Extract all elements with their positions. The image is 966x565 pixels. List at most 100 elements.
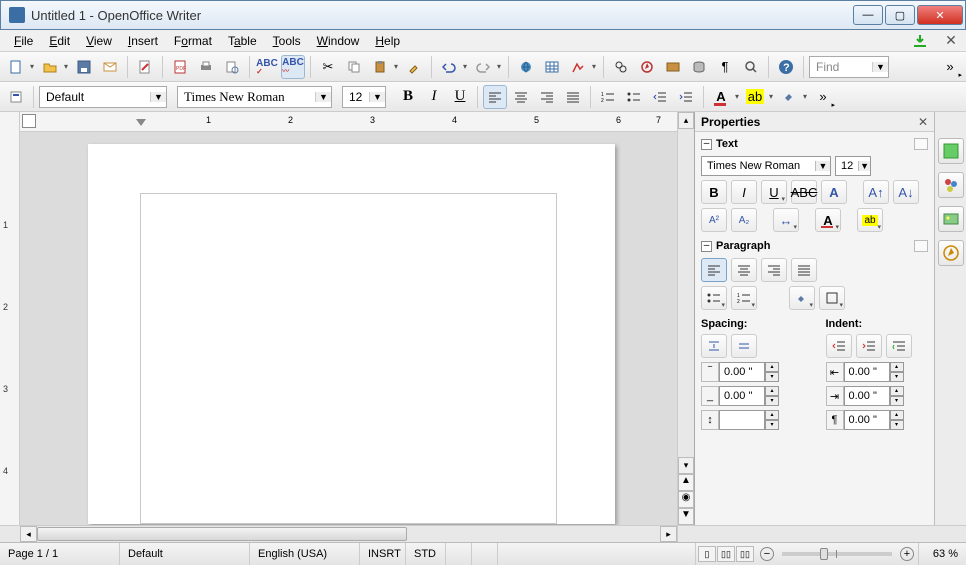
panel-decrease-indent-button[interactable] [826,334,852,358]
dropdown-arrow-icon[interactable]: ▼ [369,92,385,102]
redo-button[interactable]: ▾ [471,55,495,79]
status-signature-icon[interactable] [472,543,498,565]
highlight-button[interactable]: ab▾ [743,85,767,109]
scroll-thumb[interactable] [37,527,407,541]
table-button[interactable] [540,55,564,79]
properties-tab-icon[interactable] [938,138,964,164]
indent-first-spin[interactable]: ¶0.00 "▴▾ [826,410,904,430]
background-color-button[interactable]: ▾ [777,85,801,109]
scroll-left-icon[interactable]: ◂ [20,526,37,542]
panel-underline-button[interactable]: U▾ [761,180,787,204]
indent-right-spin[interactable]: ⇥0.00 "▴▾ [826,386,904,406]
paragraph-style-combo[interactable]: Default ▼ [39,86,167,108]
autospellcheck-button[interactable]: ABC〰 [281,55,305,79]
bullet-list-button[interactable] [622,85,646,109]
more-options-icon[interactable] [914,240,928,252]
gallery-tab-icon[interactable] [938,206,964,232]
zoom-button[interactable] [739,55,763,79]
space-above-spin[interactable]: ‾0.00 "▴▾ [701,362,779,382]
single-page-view-icon[interactable]: ▯ [698,546,716,562]
panel-align-left-button[interactable] [701,258,727,282]
menu-edit[interactable]: Edit [41,32,78,50]
page[interactable] [88,144,615,524]
styles-button[interactable] [4,85,28,109]
undo-button[interactable]: ▾ [437,55,461,79]
increase-indent-button[interactable] [674,85,698,109]
zoom-out-icon[interactable]: − [760,547,774,561]
font-color-button[interactable]: A▾ [709,85,733,109]
close-panel-icon[interactable]: ✕ [918,115,928,129]
minimize-button[interactable]: — [853,5,883,25]
indent-marker-icon[interactable] [136,119,146,126]
bold-button[interactable]: B [396,85,420,109]
indent-left-spin[interactable]: ⇤0.00 "▴▾ [826,362,904,382]
menu-format[interactable]: Format [166,32,220,50]
status-selection-mode[interactable]: STD [406,543,446,565]
panel-font-color-button[interactable]: A▾ [815,208,841,232]
panel-align-right-button[interactable] [761,258,787,282]
subscript-button[interactable]: A₂ [731,208,757,232]
status-zoom[interactable]: 63 % [918,543,966,565]
font-size-combo[interactable]: 12 ▼ [342,86,386,108]
navigator-button[interactable] [635,55,659,79]
edit-file-button[interactable] [133,55,157,79]
numbered-list-button[interactable]: 12 [596,85,620,109]
document-viewport[interactable] [20,132,677,525]
navigator-tab-icon[interactable] [938,240,964,266]
gallery-button[interactable] [661,55,685,79]
paste-button[interactable]: ▾ [368,55,392,79]
scroll-right-icon[interactable]: ▸ [660,526,677,542]
underline-button[interactable]: U [448,85,472,109]
close-button[interactable]: ✕ [917,5,963,25]
tab-stop-icon[interactable] [22,114,36,128]
export-pdf-button[interactable]: PDF [168,55,192,79]
collapse-icon[interactable]: – [701,241,712,252]
panel-strike-button[interactable]: ABC [791,180,817,204]
toolbar-overflow-button[interactable]: » [811,85,835,109]
menu-window[interactable]: Window [309,32,368,50]
hyperlink-button[interactable] [514,55,538,79]
show-draw-button[interactable]: ▾ [566,55,590,79]
find-replace-button[interactable] [609,55,633,79]
italic-button[interactable]: I [422,85,446,109]
print-preview-button[interactable] [220,55,244,79]
navigation-icon[interactable]: ◉ [678,491,694,508]
menu-table[interactable]: Table [220,32,265,50]
next-page-icon[interactable]: ▼ [678,508,694,525]
decrease-indent-button[interactable] [648,85,672,109]
maximize-button[interactable]: ▢ [885,5,915,25]
dropdown-arrow-icon[interactable]: ▼ [315,92,331,102]
superscript-button[interactable]: A² [701,208,727,232]
collapse-icon[interactable]: – [701,139,712,150]
status-language[interactable]: English (USA) [250,543,360,565]
panel-increase-indent-button[interactable] [856,334,882,358]
copy-button[interactable] [342,55,366,79]
status-page[interactable]: Page 1 / 1 [0,543,120,565]
panel-font-combo[interactable]: Times New Roman▼ [701,156,831,176]
menu-file[interactable]: File [6,32,41,50]
zoom-in-icon[interactable]: + [900,547,914,561]
menu-help[interactable]: Help [367,32,408,50]
align-justify-button[interactable] [561,85,585,109]
prev-page-icon[interactable]: ▲ [678,474,694,491]
increase-font-button[interactable]: A↑ [863,180,889,204]
dropdown-arrow-icon[interactable]: ▼ [872,62,888,72]
horizontal-ruler[interactable]: 1 2 3 4 5 6 7 [20,112,677,132]
align-left-button[interactable] [483,85,507,109]
panel-bgcolor-button[interactable]: ▾ [789,286,815,310]
book-view-icon[interactable]: ▯▯ [736,546,754,562]
menu-view[interactable]: View [78,32,120,50]
hanging-indent-button[interactable] [886,334,912,358]
nonprinting-button[interactable]: ¶ [713,55,737,79]
print-button[interactable] [194,55,218,79]
save-button[interactable] [72,55,96,79]
download-update-icon[interactable] [912,33,928,49]
styles-tab-icon[interactable] [938,172,964,198]
status-insert-mode[interactable]: INSRT [360,543,406,565]
line-spacing-spin[interactable]: ↕▴▾ [701,410,779,430]
menu-tools[interactable]: Tools [265,32,309,50]
horizontal-scrollbar[interactable]: ◂ ▸ [20,525,677,542]
panel-italic-button[interactable]: I [731,180,757,204]
email-button[interactable] [98,55,122,79]
scroll-down-icon[interactable]: ▾ [678,457,694,474]
